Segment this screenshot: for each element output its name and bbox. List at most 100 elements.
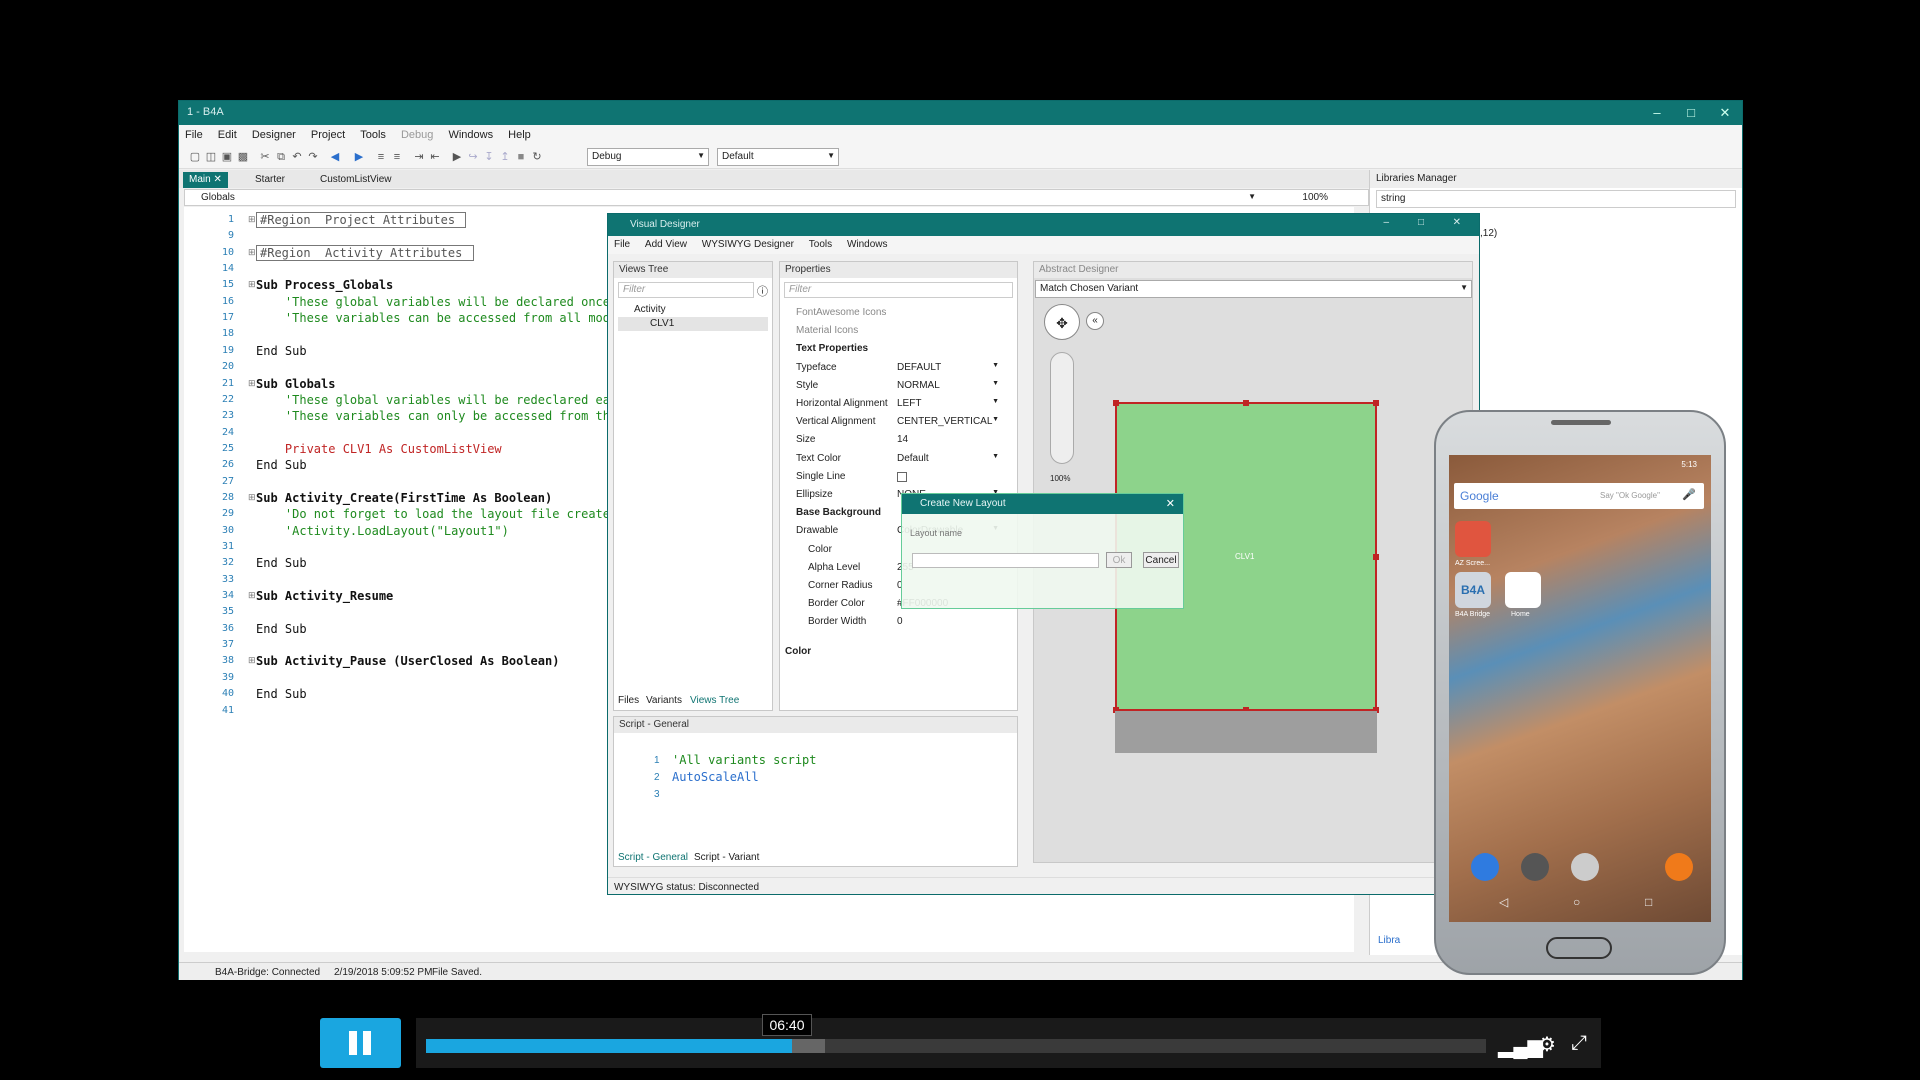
back-nav-icon[interactable]: ◁	[1499, 895, 1508, 909]
code-line[interactable]: 'These variables can only be accessed fr…	[256, 409, 610, 423]
resize-handle[interactable]	[1373, 400, 1379, 406]
libraries-tab[interactable]: Libra	[1378, 935, 1400, 946]
cancel-button[interactable]: Cancel	[1143, 552, 1179, 568]
resize-handle[interactable]	[1373, 554, 1379, 560]
module-combo[interactable]: Globals ▼ 100%	[184, 189, 1369, 206]
indent-icon[interactable]: ⇥	[413, 151, 425, 163]
code-line[interactable]: End Sub	[256, 687, 307, 701]
menu-project[interactable]: Project	[305, 125, 351, 141]
tree-item-activity[interactable]: Activity	[634, 304, 666, 315]
recents-nav-icon[interactable]: □	[1645, 895, 1652, 909]
chevron-down-icon[interactable]: ▼	[992, 416, 999, 423]
code-line[interactable]: #Region Activity Attributes	[256, 244, 474, 261]
tab-starter[interactable]: Starter	[249, 172, 291, 188]
tab-script-variant[interactable]: Script - Variant	[694, 852, 759, 863]
property-row[interactable]: Text Properties	[780, 340, 1017, 358]
google-search-bar[interactable]: Google Say "Ok Google" 🎤	[1454, 483, 1704, 509]
fold-icon[interactable]: ⊞	[248, 247, 256, 258]
pause-button[interactable]	[320, 1018, 401, 1068]
redo-icon[interactable]: ↷	[307, 151, 319, 163]
code-line[interactable]: Sub Activity_Resume	[256, 589, 393, 603]
copy-icon[interactable]: ⧉	[275, 151, 287, 163]
property-value[interactable]: 14	[897, 434, 908, 445]
code-line[interactable]: 'These global variables will be redeclar…	[256, 393, 610, 407]
close-icon[interactable]: ✕	[1708, 104, 1742, 122]
code-line[interactable]: Sub Activity_Pause (UserClosed As Boolea…	[256, 654, 559, 668]
home-nav-icon[interactable]: ○	[1573, 895, 1580, 909]
open-icon[interactable]: ◫	[205, 151, 217, 163]
close-icon[interactable]: ✕	[1166, 497, 1175, 510]
build-config-select[interactable]: Default ▼	[717, 148, 839, 166]
property-row[interactable]: Vertical Alignment CENTER_VERTICAL ▼	[780, 413, 1017, 431]
maximize-icon[interactable]: □	[1418, 217, 1424, 228]
properties-filter-input[interactable]: Filter	[784, 282, 1013, 298]
tab-variants[interactable]: Variants	[646, 695, 682, 706]
stop-icon[interactable]: ■	[515, 151, 527, 163]
code-line[interactable]: Sub Globals	[256, 377, 335, 391]
property-value[interactable]: DEFAULT	[897, 362, 941, 373]
collapse-icon[interactable]: «	[1086, 312, 1104, 330]
property-row[interactable]: Border Width 0	[780, 613, 1017, 631]
camera-icon[interactable]	[1521, 853, 1549, 881]
maximize-icon[interactable]: □	[1674, 104, 1708, 122]
tab-views-tree[interactable]: Views Tree	[690, 695, 739, 706]
fold-icon[interactable]: ⊞	[248, 279, 256, 290]
designer-menu-wysiwyg[interactable]: WYSIWYG Designer	[696, 236, 800, 253]
variant-select[interactable]: Match Chosen Variant ▼	[1035, 280, 1472, 298]
phone-dialer-icon[interactable]	[1471, 853, 1499, 881]
uncomment-icon[interactable]: ≡	[391, 151, 403, 163]
save-all-icon[interactable]: ▩	[237, 151, 249, 163]
google-home-app-icon[interactable]	[1505, 572, 1541, 608]
property-row[interactable]: Typeface DEFAULT ▼	[780, 359, 1017, 377]
layout-name-input[interactable]	[912, 553, 1099, 568]
region-label[interactable]: #Region Activity Attributes	[256, 244, 474, 261]
views-filter-input[interactable]: Filter	[618, 282, 754, 298]
tab-files[interactable]: Files	[618, 695, 639, 706]
code-line[interactable]: 'Activity.LoadLayout("Layout1")	[256, 524, 509, 538]
code-line[interactable]: 'Do not forget to load the layout file c…	[256, 507, 610, 521]
undo-icon[interactable]: ↶	[291, 151, 303, 163]
chevron-down-icon[interactable]: ▼	[992, 453, 999, 460]
forward-icon[interactable]: ▶	[353, 151, 365, 163]
fold-icon[interactable]: ⊞	[248, 214, 256, 225]
code-line[interactable]: End Sub	[256, 344, 307, 358]
step-icon[interactable]: ↪	[467, 151, 479, 163]
property-value[interactable]: NORMAL	[897, 380, 940, 391]
comment-icon[interactable]: ≡	[375, 151, 387, 163]
ok-button[interactable]: Ok	[1106, 552, 1132, 568]
step-out-icon[interactable]: ↥	[499, 151, 511, 163]
tab-close-icon[interactable]: ✕	[213, 174, 221, 185]
zoom-slider[interactable]	[1050, 352, 1074, 464]
property-row[interactable]: FontAwesome Icons	[780, 304, 1017, 322]
property-value[interactable]: CENTER_VERTICAL	[897, 416, 992, 427]
property-row[interactable]: Style NORMAL ▼	[780, 377, 1017, 395]
step-into-icon[interactable]: ↧	[483, 151, 495, 163]
tab-customlistview[interactable]: CustomListView	[314, 172, 398, 188]
tree-item-clv1[interactable]: CLV1	[618, 317, 768, 331]
code-line[interactable]: End Sub	[256, 458, 307, 472]
script-line[interactable]: 'All variants script	[672, 753, 817, 767]
code-line[interactable]: 'These variables can be accessed from al…	[256, 311, 610, 325]
menu-windows[interactable]: Windows	[442, 125, 499, 141]
property-row[interactable]: Text Color Default ▼	[780, 450, 1017, 468]
new-file-icon[interactable]: ▢	[189, 151, 201, 163]
menu-edit[interactable]: Edit	[212, 125, 243, 141]
fold-icon[interactable]: ⊞	[248, 492, 256, 503]
minimize-icon[interactable]: –	[1640, 104, 1674, 122]
single-line-checkbox[interactable]	[897, 471, 907, 482]
region-label[interactable]: #Region Project Attributes	[256, 212, 467, 228]
designer-menu-file[interactable]: File	[608, 236, 636, 253]
zoom-select[interactable]: 100%	[1302, 192, 1328, 203]
resize-handle[interactable]	[1113, 400, 1119, 406]
menu-designer[interactable]: Designer	[246, 125, 302, 141]
phone-home-button[interactable]	[1546, 937, 1612, 959]
property-row[interactable]: Single Line	[780, 468, 1017, 486]
tab-main[interactable]: Main ✕	[183, 172, 228, 188]
chevron-down-icon[interactable]: ▼	[992, 398, 999, 405]
library-search-input[interactable]: string	[1376, 190, 1736, 208]
property-value[interactable]: 0	[897, 616, 903, 627]
property-value[interactable]: Default	[897, 453, 929, 464]
code-line[interactable]: End Sub	[256, 556, 307, 570]
screen-recorder-app-icon[interactable]	[1455, 521, 1491, 557]
outdent-icon[interactable]: ⇤	[429, 151, 441, 163]
